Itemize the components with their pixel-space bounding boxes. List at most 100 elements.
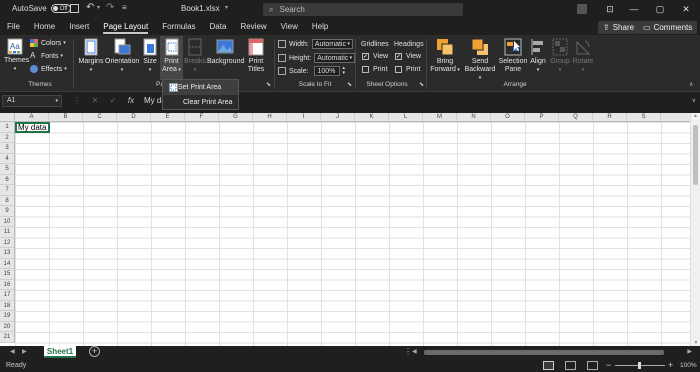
row-header[interactable]: 19 bbox=[0, 311, 14, 322]
scroll-right-icon[interactable]: ▶ bbox=[687, 348, 692, 355]
align-button[interactable]: Align ▾ bbox=[529, 38, 547, 74]
row-header[interactable]: 14 bbox=[0, 259, 14, 269]
row-header[interactable]: 1 bbox=[0, 122, 14, 133]
tab-page-layout[interactable]: Page Layout bbox=[96, 18, 155, 35]
margins-button[interactable]: Margins ▾ bbox=[78, 38, 104, 74]
tab-formulas[interactable]: Formulas bbox=[155, 18, 202, 35]
width-combo[interactable]: Automatic ▾ bbox=[311, 39, 353, 49]
row-header[interactable]: 9 bbox=[0, 206, 14, 217]
row-header[interactable]: 17 bbox=[0, 290, 14, 301]
print-area-button[interactable]: Print Area ▾ bbox=[160, 36, 183, 80]
row-header[interactable]: 12 bbox=[0, 238, 14, 248]
column-header[interactable]: K bbox=[355, 113, 389, 121]
zoom-level[interactable]: 100% bbox=[680, 362, 697, 369]
column-header[interactable]: P bbox=[525, 113, 559, 121]
zoom-slider[interactable] bbox=[615, 362, 665, 369]
close-icon[interactable]: ✕ bbox=[673, 0, 699, 18]
tab-file[interactable]: File bbox=[0, 18, 27, 35]
width-control[interactable]: Width: Automatic ▾ bbox=[278, 39, 353, 49]
set-print-area-item[interactable]: Set Print Area bbox=[163, 80, 238, 95]
next-sheet-icon[interactable]: ▶ bbox=[22, 348, 27, 355]
ribbon-display-icon[interactable]: ⊡ bbox=[597, 0, 623, 18]
cancel-icon[interactable]: ✕ bbox=[86, 96, 104, 105]
spinner-arrows-icon[interactable]: ▴ ▾ bbox=[342, 66, 345, 76]
row-header[interactable]: 8 bbox=[0, 196, 14, 206]
column-header[interactable]: H bbox=[253, 113, 287, 121]
sheet-tab-sheet1[interactable]: Sheet1 bbox=[44, 346, 76, 358]
colors-button[interactable]: Colors ▾ bbox=[30, 39, 66, 47]
share-button[interactable]: ⇪ Share bbox=[598, 21, 640, 34]
minimize-icon[interactable]: — bbox=[621, 0, 647, 18]
cell-area[interactable] bbox=[15, 122, 690, 346]
tab-view[interactable]: View bbox=[274, 18, 305, 35]
tab-home[interactable]: Home bbox=[27, 18, 62, 35]
column-header[interactable]: R bbox=[593, 113, 627, 121]
row-header[interactable]: 15 bbox=[0, 269, 14, 280]
column-header[interactable]: J bbox=[321, 113, 355, 121]
scroll-thumb[interactable] bbox=[693, 125, 698, 185]
restore-icon[interactable]: ▢ bbox=[647, 0, 673, 18]
add-sheet-icon[interactable]: + bbox=[89, 346, 100, 357]
horizontal-scrollbar[interactable]: ◀ ▶ bbox=[412, 348, 692, 357]
row-header[interactable]: 4 bbox=[0, 154, 14, 164]
selection-pane-button[interactable]: Selection Pane bbox=[498, 38, 528, 74]
background-button[interactable]: Background bbox=[207, 38, 244, 66]
fonts-button[interactable]: A Fonts ▾ bbox=[30, 52, 63, 60]
rotate-button[interactable]: Rotate ▾ bbox=[572, 38, 594, 74]
column-header[interactable]: B bbox=[49, 113, 83, 121]
row-header[interactable]: 18 bbox=[0, 301, 14, 311]
column-header[interactable]: Q bbox=[559, 113, 593, 121]
column-header[interactable]: G bbox=[219, 113, 253, 121]
column-header[interactable]: I bbox=[287, 113, 321, 121]
row-header[interactable]: 21 bbox=[0, 332, 14, 343]
size-button[interactable]: Size ▾ bbox=[141, 38, 159, 74]
zoom-in-icon[interactable]: + bbox=[668, 360, 673, 370]
column-header[interactable]: A bbox=[15, 113, 49, 121]
save-icon[interactable] bbox=[70, 4, 79, 13]
row-header[interactable]: 10 bbox=[0, 217, 14, 227]
customize-toolbar-icon[interactable]: ≡ bbox=[122, 3, 127, 12]
orientation-button[interactable]: Orientation ▾ bbox=[105, 38, 139, 74]
height-control[interactable]: Height: Automatic ▾ bbox=[278, 53, 356, 63]
scroll-left-icon[interactable]: ◀ bbox=[412, 348, 417, 355]
tab-help[interactable]: Help bbox=[305, 18, 335, 35]
avatar[interactable] bbox=[577, 4, 587, 14]
row-header[interactable]: 2 bbox=[0, 133, 14, 143]
expand-formula-icon[interactable]: ∨ bbox=[692, 97, 696, 104]
column-header[interactable]: C bbox=[83, 113, 117, 121]
scale-spinner[interactable]: 100% bbox=[314, 66, 341, 76]
send-backward-button[interactable]: Send Backward ▾ bbox=[463, 38, 497, 82]
undo-dropdown-icon[interactable]: ▾ bbox=[97, 4, 100, 11]
column-header[interactable]: F bbox=[185, 113, 219, 121]
breaks-button[interactable]: Breaks ▾ bbox=[184, 38, 206, 74]
enter-icon[interactable]: ✓ bbox=[104, 96, 122, 105]
sheet-options-more-icon[interactable]: ⋮ bbox=[404, 347, 412, 356]
row-header[interactable]: 13 bbox=[0, 248, 14, 259]
normal-view-icon[interactable] bbox=[543, 361, 554, 370]
autosave-toggle[interactable]: Off bbox=[50, 4, 71, 13]
tab-data[interactable]: Data bbox=[203, 18, 234, 35]
column-header[interactable]: N bbox=[457, 113, 491, 121]
prev-sheet-icon[interactable]: ◀ bbox=[10, 348, 15, 355]
scroll-up-icon[interactable]: ▲ bbox=[691, 113, 700, 119]
column-header[interactable]: L bbox=[389, 113, 423, 121]
bring-forward-button[interactable]: Bring Forward ▾ bbox=[430, 38, 460, 74]
insert-function-icon[interactable]: fx bbox=[122, 96, 140, 105]
column-header[interactable]: S bbox=[627, 113, 661, 121]
tab-review[interactable]: Review bbox=[233, 18, 273, 35]
effects-button[interactable]: Effects ▾ bbox=[30, 65, 67, 73]
headings-print-checkbox[interactable]: Print bbox=[395, 66, 420, 73]
scale-launcher-icon[interactable]: ⬊ bbox=[347, 81, 352, 88]
tab-insert[interactable]: Insert bbox=[62, 18, 96, 35]
row-header[interactable]: 6 bbox=[0, 175, 14, 185]
search-box[interactable]: ⌕ Search bbox=[263, 3, 463, 16]
column-header[interactable]: D bbox=[117, 113, 151, 121]
vertical-scrollbar[interactable]: ▲ ▼ bbox=[690, 113, 700, 346]
column-header[interactable]: E bbox=[151, 113, 185, 121]
row-header[interactable]: 11 bbox=[0, 227, 14, 238]
sheet-options-launcher-icon[interactable]: ⬊ bbox=[419, 81, 424, 88]
name-box[interactable]: A1 ▾ bbox=[2, 94, 62, 107]
select-all-corner[interactable] bbox=[0, 113, 15, 121]
scale-control[interactable]: Scale: 100% ▴ ▾ bbox=[278, 66, 345, 76]
page-layout-view-icon[interactable] bbox=[565, 361, 576, 370]
